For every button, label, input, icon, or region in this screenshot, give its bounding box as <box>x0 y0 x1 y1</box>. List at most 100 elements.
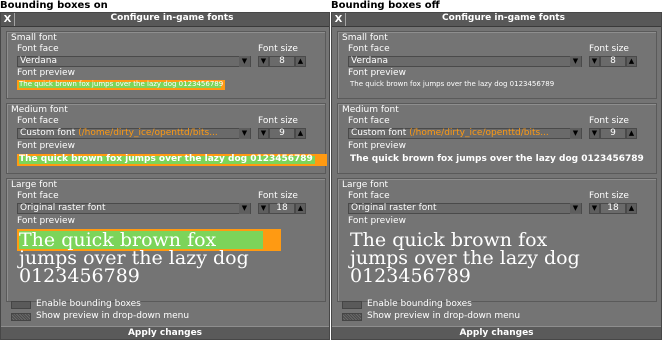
group-title: Large font <box>342 180 389 190</box>
font-face-value: Custom font (/home/dirty_ice/openttd/bit… <box>351 128 569 138</box>
font-face-dropdown[interactable]: Custom font (/home/dirty_ice/openttd/bit… <box>348 128 582 139</box>
font-preview-text: The quick brown fox jumps over the lazy … <box>350 80 555 88</box>
checkbox-label: Show preview in drop-down menu <box>367 311 521 321</box>
font-face-name: Custom font <box>351 128 407 138</box>
size-increase-button[interactable]: ▲ <box>626 128 637 139</box>
font-face-label: Font face <box>17 116 59 126</box>
font-size-label: Font size <box>258 44 298 54</box>
arrow-up-icon: ▲ <box>628 204 635 212</box>
font-size-value: 8 <box>600 56 626 67</box>
size-increase-button[interactable]: ▲ <box>295 56 306 67</box>
font-preview-text: The quick brown fox jumps over the lazy … <box>19 80 224 88</box>
window-titlebar[interactable]: X Configure in-game fonts <box>332 13 661 27</box>
font-face-dropdown[interactable]: Verdana ▼ <box>17 56 251 67</box>
apply-changes-button[interactable]: Apply changes <box>1 326 329 339</box>
font-config-window: X Configure in-game fonts Small font Fon… <box>331 12 662 340</box>
show-preview-checkbox[interactable] <box>11 313 31 321</box>
font-preview-label: Font preview <box>17 68 75 78</box>
arrow-up-icon: ▲ <box>297 129 304 137</box>
font-size-value: 9 <box>600 128 626 139</box>
size-decrease-button[interactable]: ▼ <box>589 203 600 214</box>
font-face-name: Custom font <box>20 128 76 138</box>
arrow-down-icon[interactable]: ▼ <box>239 56 250 67</box>
font-face-dropdown[interactable]: Original raster font ▼ <box>348 203 582 214</box>
font-size-label: Font size <box>258 191 298 201</box>
font-size-label: Font size <box>589 191 629 201</box>
checkbox-label: Show preview in drop-down menu <box>36 311 190 321</box>
font-config-window: X Configure in-game fonts Small font Fon… <box>0 12 330 340</box>
font-face-label: Font face <box>17 44 59 54</box>
font-face-path: (/home/dirty_ice/openttd/bits... <box>409 128 549 138</box>
arrow-down-icon[interactable]: ▼ <box>239 128 250 139</box>
font-size-label: Font size <box>589 44 629 54</box>
arrow-up-icon: ▲ <box>297 204 304 212</box>
font-size-label: Font size <box>258 116 298 126</box>
size-decrease-button[interactable]: ▼ <box>589 128 600 139</box>
checkbox-label: Enable bounding boxes <box>36 299 141 309</box>
font-preview-label: Font preview <box>348 216 406 226</box>
font-preview-label: Font preview <box>17 141 75 151</box>
size-increase-button[interactable]: ▲ <box>626 56 637 67</box>
font-face-dropdown[interactable]: Original raster font ▼ <box>17 203 251 214</box>
arrow-down-icon: ▼ <box>260 129 267 137</box>
font-preview-label: Font preview <box>17 216 75 226</box>
font-face-label: Font face <box>348 191 390 201</box>
size-increase-button[interactable]: ▲ <box>295 203 306 214</box>
font-face-path: (/home/dirty_ice/openttd/bits... <box>78 128 218 138</box>
size-increase-button[interactable]: ▲ <box>295 128 306 139</box>
arrow-down-icon[interactable]: ▼ <box>570 128 581 139</box>
font-size-label: Font size <box>589 116 629 126</box>
close-icon[interactable]: X <box>1 13 15 26</box>
arrow-down-icon: ▼ <box>591 129 598 137</box>
font-size-value: 9 <box>269 128 295 139</box>
panel-heading: Bounding boxes off <box>331 0 440 11</box>
font-face-value: Verdana <box>351 56 388 66</box>
panel-heading: Bounding boxes on <box>0 0 108 11</box>
arrow-down-icon: ▼ <box>260 57 267 65</box>
close-icon[interactable]: X <box>332 13 346 26</box>
small-font-group: Small font Font face Font size Verdana ▼… <box>337 31 657 99</box>
window-title: Configure in-game fonts <box>442 13 565 23</box>
size-decrease-button[interactable]: ▼ <box>589 56 600 67</box>
checkbox-label: Enable bounding boxes <box>367 299 472 309</box>
window-title: Configure in-game fonts <box>110 13 234 23</box>
medium-font-group: Medium font Font face Font size Custom f… <box>337 103 657 174</box>
arrow-down-icon: ▼ <box>591 204 598 212</box>
size-decrease-button[interactable]: ▼ <box>258 203 269 214</box>
window-titlebar[interactable]: X Configure in-game fonts <box>1 13 329 27</box>
font-face-label: Font face <box>17 191 59 201</box>
group-title: Medium font <box>11 105 68 115</box>
apply-changes-button[interactable]: Apply changes <box>332 326 661 339</box>
font-preview-label: Font preview <box>348 141 406 151</box>
arrow-down-icon[interactable]: ▼ <box>239 203 250 214</box>
font-face-label: Font face <box>348 116 390 126</box>
font-preview-text: The quick brown fox jumps over the lazy … <box>350 154 644 164</box>
arrow-up-icon: ▲ <box>628 57 635 65</box>
size-decrease-button[interactable]: ▼ <box>258 128 269 139</box>
arrow-down-icon: ▼ <box>591 57 598 65</box>
size-decrease-button[interactable]: ▼ <box>258 56 269 67</box>
font-face-label: Font face <box>348 44 390 54</box>
arrow-down-icon[interactable]: ▼ <box>570 56 581 67</box>
font-face-value: Verdana <box>20 56 57 66</box>
font-preview-text: The quick brown fox jumps over the lazy … <box>19 154 313 164</box>
arrow-up-icon: ▲ <box>628 129 635 137</box>
size-increase-button[interactable]: ▲ <box>626 203 637 214</box>
arrow-up-icon: ▲ <box>297 57 304 65</box>
small-font-group: Small font Font face Font size Verdana ▼… <box>6 31 326 99</box>
font-size-value: 8 <box>269 56 295 67</box>
enable-bounding-boxes-checkbox[interactable] <box>342 301 362 309</box>
arrow-down-icon[interactable]: ▼ <box>570 203 581 214</box>
large-font-group: Large font Font face Font size Original … <box>337 178 657 302</box>
medium-font-group: Medium font Font face Font size Custom f… <box>6 103 327 174</box>
font-size-value: 18 <box>269 203 295 214</box>
font-face-value: Custom font (/home/dirty_ice/openttd/bit… <box>20 128 238 138</box>
group-title: Large font <box>11 180 58 190</box>
font-face-dropdown[interactable]: Custom font (/home/dirty_ice/openttd/bit… <box>17 128 251 139</box>
font-size-value: 18 <box>600 203 626 214</box>
show-preview-checkbox[interactable] <box>342 313 362 321</box>
font-preview-label: Font preview <box>348 68 406 78</box>
font-face-value: Original raster font <box>20 203 106 213</box>
enable-bounding-boxes-checkbox[interactable] <box>11 301 31 309</box>
font-face-dropdown[interactable]: Verdana ▼ <box>348 56 582 67</box>
